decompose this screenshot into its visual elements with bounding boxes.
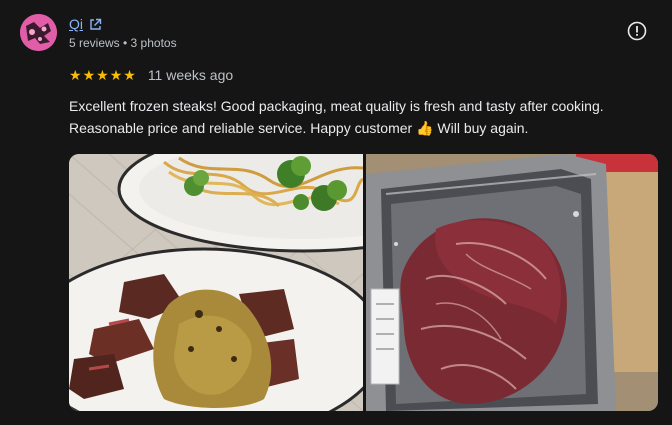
star-icon: ★ — [96, 67, 109, 83]
rating-row: ★ ★ ★ ★ ★ 11 weeks ago — [69, 67, 233, 83]
avatar[interactable] — [20, 14, 57, 51]
review-text: Excellent frozen steaks! Good packaging,… — [69, 95, 649, 139]
review-text-line: Excellent frozen steaks! Good packaging,… — [69, 98, 604, 114]
star-icon: ★ — [82, 67, 96, 83]
external-link-icon[interactable] — [89, 18, 102, 31]
star-rating: ★ ★ ★ ★ ★ — [69, 67, 136, 83]
review-photos — [69, 154, 658, 411]
star-icon: ★ — [109, 67, 123, 83]
review-photo-steak-plate[interactable] — [69, 154, 363, 411]
review-photo-raw-steak-package[interactable] — [366, 154, 658, 411]
reviewer-name-row: Qi — [69, 16, 102, 32]
star-icon: ★ — [123, 67, 136, 83]
review-date: 11 weeks ago — [147, 67, 234, 83]
star-icon: ★ — [69, 67, 82, 83]
reviewer-name[interactable]: Qi — [69, 16, 83, 32]
reviewer-meta: 5 reviews • 3 photos — [69, 36, 177, 50]
report-icon[interactable] — [627, 21, 647, 41]
review-text-line: Reasonable price and reliable service. H… — [69, 120, 529, 136]
